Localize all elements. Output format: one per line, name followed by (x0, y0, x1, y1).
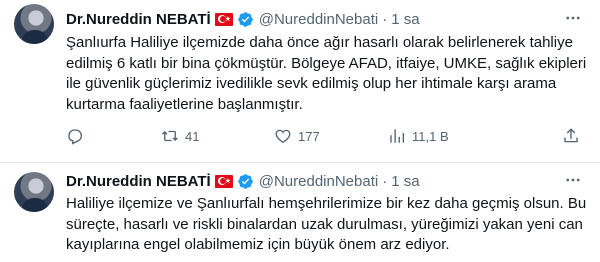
tweet-header: Dr.Nureddin NEBATİ ★ @NureddinNebati · 1… (66, 171, 420, 191)
tweet-header: Dr.Nureddin NEBATİ ★ @NureddinNebati · 1… (66, 9, 420, 29)
turkey-flag-icon: ★ (214, 174, 233, 188)
tweet[interactable]: Dr.Nureddin NEBATİ ★ @NureddinNebati · 1… (0, 0, 600, 163)
views-count: 11,1 B (412, 128, 449, 144)
tweet-actions: 41 177 11,1 B (66, 122, 596, 150)
retweet-count: 41 (185, 128, 200, 144)
views-icon (390, 129, 405, 143)
retweet-button[interactable]: 41 (161, 122, 199, 150)
turkey-flag-icon: ★ (214, 12, 233, 26)
share-button[interactable] (562, 122, 580, 150)
author-handle[interactable]: @NureddinNebati (259, 11, 378, 28)
tweet-time[interactable]: 1 sa (391, 11, 419, 28)
separator-dot: · (382, 172, 388, 190)
avatar[interactable] (14, 172, 54, 212)
like-button[interactable]: 177 (274, 122, 320, 150)
tweet-text: Haliliye ilçemize ve Şanlıurfalı hemşehr… (66, 195, 587, 253)
more-icon[interactable] (561, 9, 585, 27)
author-handle[interactable]: @NureddinNebati (259, 173, 378, 190)
share-icon (564, 128, 578, 143)
views-button[interactable]: 11,1 B (388, 122, 449, 150)
author-name[interactable]: Dr.Nureddin NEBATİ (66, 173, 211, 190)
verified-badge-icon[interactable] (237, 11, 254, 28)
reply-button[interactable] (66, 122, 90, 150)
tweet-text: Şanlıurfa Haliliye ilçemizde daha önce a… (66, 34, 587, 113)
separator-dot: · (382, 10, 388, 28)
author-name[interactable]: Dr.Nureddin NEBATİ (66, 11, 211, 28)
like-count: 177 (298, 128, 320, 144)
more-icon[interactable] (561, 171, 585, 189)
like-icon (275, 129, 291, 144)
avatar[interactable] (14, 4, 54, 44)
tweet[interactable]: Dr.Nureddin NEBATİ ★ @NureddinNebati · 1… (0, 163, 600, 262)
verified-badge-icon[interactable] (237, 173, 254, 190)
retweet-icon (162, 130, 178, 142)
reply-icon (68, 129, 83, 145)
tweet-time[interactable]: 1 sa (391, 173, 419, 190)
